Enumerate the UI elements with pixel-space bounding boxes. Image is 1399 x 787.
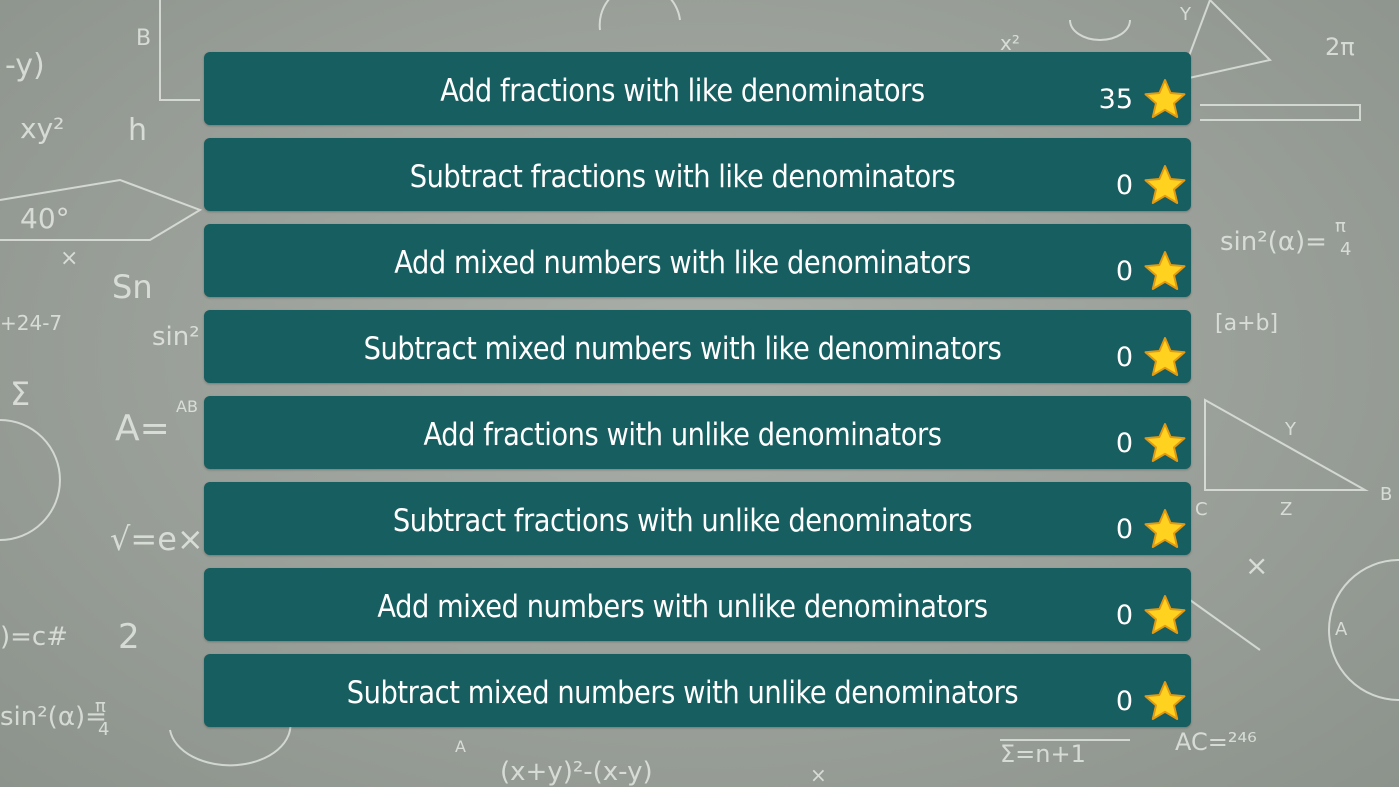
svg-text:A=: A= — [115, 408, 170, 449]
star-icon — [1144, 681, 1186, 720]
svg-text:-y): -y) — [5, 48, 45, 83]
lesson-title: Add mixed numbers with like denominators — [394, 245, 971, 281]
star-icon — [1144, 509, 1186, 548]
svg-text:A: A — [1335, 619, 1348, 640]
lesson-title: Subtract mixed numbers with unlike denom… — [346, 675, 1019, 711]
star-count: 0 — [1115, 170, 1133, 201]
svg-text:Z: Z — [1280, 499, 1292, 520]
svg-text:4: 4 — [1340, 239, 1351, 260]
star-count: 0 — [1115, 428, 1133, 459]
svg-text:Σ: Σ — [10, 375, 30, 413]
lesson-row-subtract-fractions-like[interactable]: Subtract fractions with like denominator… — [204, 138, 1191, 211]
svg-text:[a+b]: [a+b] — [1215, 311, 1278, 336]
star-count: 0 — [1115, 600, 1133, 631]
star-icon — [1144, 251, 1186, 290]
svg-text:π: π — [95, 696, 106, 717]
star-count: 0 — [1115, 686, 1133, 717]
svg-text:h: h — [128, 113, 147, 148]
svg-text:B: B — [1380, 484, 1392, 505]
svg-text:(x+y)²-(x-y): (x+y)²-(x-y) — [500, 757, 653, 787]
star-icon — [1144, 595, 1186, 634]
svg-text:C: C — [1195, 499, 1208, 520]
lesson-title: Add fractions with like denominators — [440, 73, 925, 109]
svg-text:40°: 40° — [20, 202, 70, 235]
svg-text:+24-7: +24-7 — [0, 311, 62, 335]
star-count: 35 — [1098, 84, 1133, 115]
lesson-title: Subtract fractions with like denominator… — [409, 159, 956, 195]
lesson-row-add-mixed-unlike[interactable]: Add mixed numbers with unlike denominato… — [204, 568, 1191, 641]
lesson-row-add-mixed-like[interactable]: Add mixed numbers with like denominators… — [204, 224, 1191, 297]
svg-text:2π: 2π — [1325, 33, 1355, 61]
svg-text:π: π — [1335, 216, 1346, 237]
lesson-row-add-fractions-unlike[interactable]: Add fractions with unlike denominators 0 — [204, 396, 1191, 469]
svg-text:×: × — [1245, 549, 1268, 582]
lesson-list: Add fractions with like denominators 35 … — [204, 52, 1191, 728]
svg-text:×: × — [60, 246, 78, 271]
svg-text:xy²: xy² — [20, 112, 64, 145]
svg-text:Sn: Sn — [112, 268, 153, 306]
lesson-row-subtract-fractions-unlike[interactable]: Subtract fractions with unlike denominat… — [204, 482, 1191, 555]
svg-text:B: B — [136, 26, 151, 51]
svg-text:2: 2 — [118, 617, 140, 657]
svg-text:sin²(α)=: sin²(α)= — [0, 702, 107, 732]
svg-text:)=c#: )=c# — [0, 622, 68, 652]
svg-text:√=e×: √=e× — [110, 520, 204, 558]
lesson-row-subtract-mixed-unlike[interactable]: Subtract mixed numbers with unlike denom… — [204, 654, 1191, 727]
svg-text:Y: Y — [1284, 419, 1297, 440]
star-count: 0 — [1115, 342, 1133, 373]
svg-text:A: A — [455, 737, 466, 756]
lesson-title: Add mixed numbers with unlike denominato… — [377, 589, 988, 625]
lesson-title: Subtract mixed numbers with like denomin… — [363, 331, 1002, 367]
star-count: 0 — [1115, 256, 1133, 287]
svg-text:Σ=n+1: Σ=n+1 — [1000, 740, 1086, 768]
star-icon — [1144, 79, 1186, 118]
svg-text:4: 4 — [98, 719, 109, 740]
svg-text:Y: Y — [1179, 4, 1192, 25]
star-icon — [1144, 337, 1186, 376]
svg-text:×: × — [810, 763, 827, 787]
lesson-title: Add fractions with unlike denominators — [423, 417, 942, 453]
svg-text:AC=²⁴⁶: AC=²⁴⁶ — [1175, 728, 1257, 756]
lesson-row-subtract-mixed-like[interactable]: Subtract mixed numbers with like denomin… — [204, 310, 1191, 383]
lesson-title: Subtract fractions with unlike denominat… — [392, 503, 973, 539]
svg-text:sin²: sin² — [152, 322, 200, 352]
lesson-row-add-fractions-like[interactable]: Add fractions with like denominators 35 — [204, 52, 1191, 125]
svg-text:sin²(α)=: sin²(α)= — [1220, 227, 1327, 257]
svg-text:AB: AB — [176, 397, 198, 416]
star-icon — [1144, 165, 1186, 204]
star-count: 0 — [1115, 514, 1133, 545]
star-icon — [1144, 423, 1186, 462]
